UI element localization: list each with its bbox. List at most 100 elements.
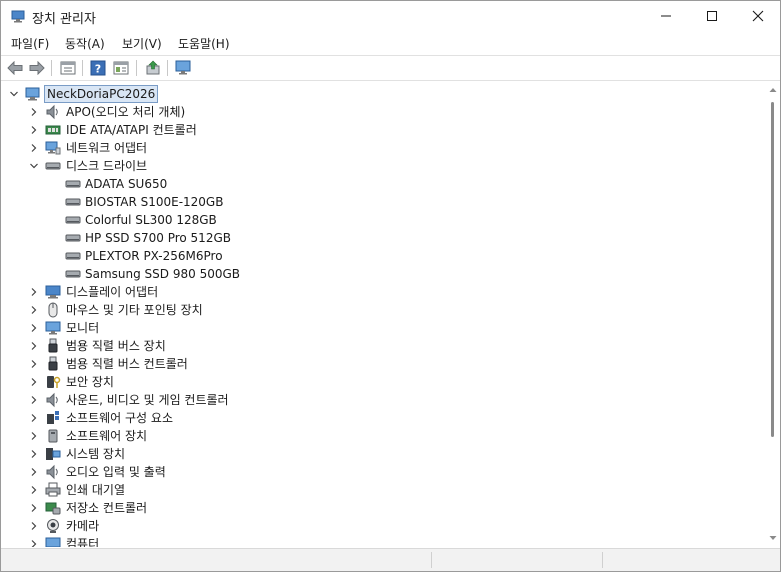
- svg-text:?: ?: [95, 63, 101, 76]
- tree-item-label: 디스플레이 어댑터: [66, 285, 159, 299]
- maximize-button[interactable]: [689, 1, 735, 31]
- tree-category[interactable]: 소프트웨어 구성 요소: [3, 409, 763, 427]
- speaker-icon: [46, 392, 58, 408]
- tree-device-samsung-ssd-980-500gb[interactable]: Samsung SSD 980 500GB: [3, 265, 763, 283]
- properties-view-button[interactable]: [58, 59, 78, 77]
- tree-category[interactable]: 사운드, 비디오 및 게임 컨트롤러: [3, 391, 763, 409]
- usb-icon: [48, 356, 58, 371]
- chevron-right-icon[interactable]: [29, 377, 39, 387]
- details-view-button[interactable]: [111, 59, 131, 77]
- tree-item-label: Colorful SL300 128GB: [85, 213, 217, 227]
- minimize-button[interactable]: [643, 1, 689, 31]
- chevron-right-icon[interactable]: [29, 125, 39, 135]
- tree-device-hp-ssd-s700-pro-512gb[interactable]: HP SSD S700 Pro 512GB: [3, 229, 763, 247]
- status-cell-main: [1, 552, 432, 568]
- chevron-down-icon[interactable]: [29, 161, 39, 171]
- update-driver-icon: [146, 60, 160, 75]
- properties-window-icon: [60, 61, 76, 75]
- tree-category[interactable]: 저장소 컨트롤러: [3, 499, 763, 517]
- status-bar: [1, 548, 780, 571]
- update-driver-button[interactable]: [143, 59, 163, 77]
- chevron-right-icon[interactable]: [29, 341, 39, 351]
- tree-root[interactable]: NeckDoriaPC2026: [3, 85, 763, 103]
- computer-icon: [25, 87, 40, 101]
- chevron-right-icon[interactable]: [29, 467, 39, 477]
- maximize-icon: [707, 11, 717, 21]
- close-button[interactable]: [735, 1, 780, 31]
- chevron-right-icon[interactable]: [29, 107, 39, 117]
- help-button[interactable]: ?: [88, 59, 108, 77]
- tree-category[interactable]: APO(오디오 처리 개체): [3, 103, 763, 121]
- device-tree[interactable]: NeckDoriaPC2026 APO(오디오 처리 개체) IDE ATA/AT…: [3, 82, 765, 547]
- chevron-right-icon[interactable]: [29, 143, 39, 153]
- chevron-down-icon[interactable]: [9, 89, 19, 99]
- speaker-icon: [46, 104, 58, 120]
- scan-monitor-icon: [175, 60, 191, 75]
- root-computer-name[interactable]: NeckDoriaPC2026: [44, 85, 159, 103]
- tree-item-label: ADATA SU650: [85, 177, 168, 191]
- tree-category[interactable]: 네트워크 어댑터: [3, 139, 763, 157]
- chevron-right-icon[interactable]: [29, 359, 39, 369]
- tree-category[interactable]: IDE ATA/ATAPI 컨트롤러: [3, 121, 763, 139]
- chevron-right-icon[interactable]: [29, 521, 39, 531]
- tree-category[interactable]: 범용 직렬 버스 컨트롤러: [3, 355, 763, 373]
- scroll-down-icon[interactable]: [769, 534, 777, 542]
- tree-category[interactable]: 인쇄 대기열: [3, 481, 763, 499]
- chevron-right-icon[interactable]: [29, 431, 39, 441]
- tree-device-biostar-s100e-120gb[interactable]: BIOSTAR S100E-120GB: [3, 193, 763, 211]
- mouse-icon: [48, 302, 58, 318]
- chevron-right-icon[interactable]: [29, 485, 39, 495]
- title-bar[interactable]: 장치 관리자: [1, 1, 780, 31]
- tree-item-label: 범용 직렬 버스 장치: [66, 339, 166, 353]
- close-icon: [752, 10, 764, 22]
- scrollbar-thumb[interactable]: [771, 102, 774, 437]
- chevron-right-icon[interactable]: [29, 395, 39, 405]
- tree-category[interactable]: 소프트웨어 장치: [3, 427, 763, 445]
- camera-icon: [47, 519, 59, 533]
- storage-controller-icon: [45, 502, 61, 515]
- tree-category[interactable]: 범용 직렬 버스 장치: [3, 337, 763, 355]
- chevron-right-icon[interactable]: [29, 539, 39, 547]
- chevron-right-icon[interactable]: [29, 449, 39, 459]
- help-icon: ?: [90, 60, 106, 76]
- tree-item-label: Samsung SSD 980 500GB: [85, 267, 240, 281]
- menu-view[interactable]: 보기(V): [122, 35, 162, 52]
- scan-hardware-button[interactable]: [174, 59, 194, 77]
- menu-file[interactable]: 파일(F): [11, 35, 49, 52]
- chevron-right-icon[interactable]: [29, 305, 39, 315]
- back-button[interactable]: [5, 59, 25, 77]
- tree-device-adata-su650[interactable]: ADATA SU650: [3, 175, 763, 193]
- tree-device-colorful-sl300-128gb[interactable]: Colorful SL300 128GB: [3, 211, 763, 229]
- chevron-right-icon[interactable]: [29, 323, 39, 333]
- tree-category[interactable]: 모니터: [3, 319, 763, 337]
- tree-category[interactable]: 디스플레이 어댑터: [3, 283, 763, 301]
- forward-arrow-icon: [29, 61, 45, 75]
- menu-help[interactable]: 도움말(H): [178, 35, 230, 52]
- tree-device-plextor-px-256m6pro[interactable]: PLEXTOR PX-256M6Pro: [3, 247, 763, 265]
- forward-button[interactable]: [27, 59, 47, 77]
- speaker-icon: [46, 464, 58, 480]
- menu-action[interactable]: 동작(A): [65, 35, 105, 52]
- software-device-icon: [48, 429, 58, 443]
- tree-item-label: HP SSD S700 Pro 512GB: [85, 231, 231, 245]
- disk-drive-icon: [65, 234, 81, 242]
- minimize-icon: [661, 15, 671, 17]
- tree-category[interactable]: 시스템 장치: [3, 445, 763, 463]
- tree-category[interactable]: 오디오 입력 및 출력: [3, 463, 763, 481]
- tree-category[interactable]: 컴퓨터: [3, 535, 763, 547]
- tree-item-label: 보안 장치: [66, 375, 114, 389]
- tree-category[interactable]: 마우스 및 기타 포인팅 장치: [3, 301, 763, 319]
- chevron-right-icon[interactable]: [29, 503, 39, 513]
- chevron-right-icon[interactable]: [29, 287, 39, 297]
- disk-drive-icon: [65, 216, 81, 224]
- tree-item-label: 사운드, 비디오 및 게임 컨트롤러: [66, 393, 229, 407]
- device-manager-window: 장치 관리자 파일(F) 동작(A) 보기(V) 도움말(H) ? NeckDo…: [0, 0, 781, 572]
- tree-category[interactable]: 카메라: [3, 517, 763, 535]
- tree-category[interactable]: 보안 장치: [3, 373, 763, 391]
- vertical-scrollbar[interactable]: [766, 82, 780, 547]
- tree-category[interactable]: 디스크 드라이브: [3, 157, 763, 175]
- details-view-icon: [113, 61, 129, 75]
- scroll-up-icon[interactable]: [769, 86, 777, 94]
- chevron-right-icon[interactable]: [29, 413, 39, 423]
- usb-icon: [48, 338, 58, 353]
